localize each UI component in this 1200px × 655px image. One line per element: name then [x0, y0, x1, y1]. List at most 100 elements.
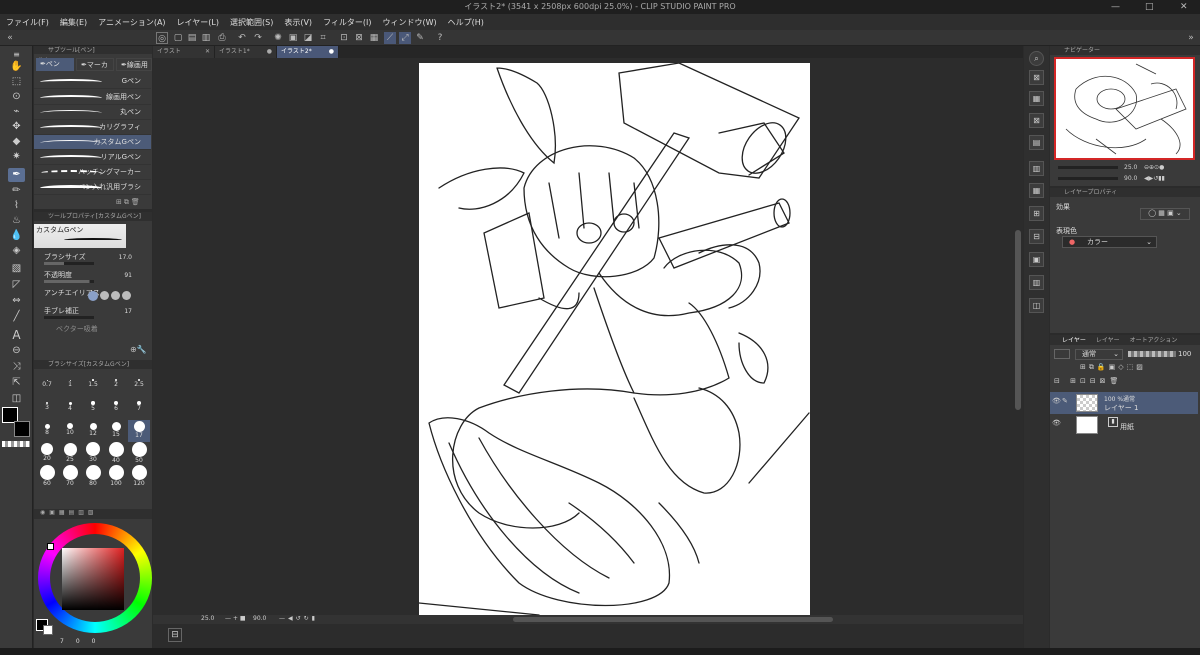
figure-tool-icon[interactable]: ◸	[8, 278, 25, 292]
material-icon-11[interactable]: ◫	[1029, 298, 1044, 313]
material-icon-1[interactable]: ⊠	[1029, 70, 1044, 85]
print-icon[interactable]: ⎙	[216, 32, 228, 44]
transform-icon[interactable]: ⌗	[317, 32, 329, 44]
brush-size-preset[interactable]: 2	[105, 374, 127, 396]
subtool-actions[interactable]: ⊞⧉🗑	[116, 198, 150, 207]
text-tool-icon[interactable]: A	[8, 328, 25, 342]
saturation-value-square[interactable]	[62, 548, 124, 610]
navigator-zoom-row[interactable]: 25.0 ⊖⊕⊙●	[1054, 164, 1194, 174]
maximize-button[interactable]: □	[1145, 0, 1154, 14]
brush-item-custom-gpen[interactable]: カスタムGペン	[34, 135, 151, 150]
brush-size-preset[interactable]: 0.7	[36, 374, 58, 396]
app-home-icon[interactable]: ◎	[156, 32, 168, 44]
material-icon-7[interactable]: ⊞	[1029, 206, 1044, 221]
brush-item-gpen[interactable]: Gペン	[34, 74, 151, 89]
display-color-select[interactable]: ● カラー ⌄	[1062, 236, 1157, 248]
sub-color-swatch[interactable]	[14, 421, 30, 437]
pen-tool-icon[interactable]: ✒	[8, 168, 25, 182]
deselect-icon[interactable]: ⊠	[353, 32, 365, 44]
pencil-tool-icon[interactable]: ✏	[8, 184, 25, 198]
menu-file[interactable]: ファイル(F)	[6, 17, 49, 28]
tab-illust1[interactable]: イラスト1* ●	[215, 46, 277, 58]
material-icon-8[interactable]: ⊟	[1029, 229, 1044, 244]
minimize-button[interactable]: —	[1111, 0, 1120, 14]
search-icon[interactable]: ⌕	[1029, 51, 1044, 66]
operation-tool-icon[interactable]: ⇱	[8, 376, 25, 390]
material-icon-2[interactable]: ▦	[1029, 91, 1044, 106]
brush-size-preset[interactable]: 7	[128, 397, 150, 419]
selection-tool-icon[interactable]: ⬚	[8, 75, 25, 89]
layer-mask-icon[interactable]	[1054, 349, 1070, 359]
material-icon-3[interactable]: ⊠	[1029, 113, 1044, 128]
brush-item-hatching-marker[interactable]: ハッチングマーカー	[34, 165, 151, 180]
horizontal-scrollbar[interactable]: 25.0 — + ■ 90.0 —◀↺↻▮	[153, 615, 1023, 624]
clear-outside-icon[interactable]: ▣	[287, 32, 299, 44]
vertical-scroll-thumb[interactable]	[1015, 230, 1021, 410]
brush-size-preset[interactable]: 17	[128, 420, 150, 442]
snap-grid-icon[interactable]: ✎	[414, 32, 426, 44]
eye-icon[interactable]: 👁	[1052, 397, 1061, 405]
subtool-group-lineart[interactable]: ✒線画用	[116, 58, 152, 71]
decoration-tool-icon[interactable]: ◫	[8, 392, 25, 406]
menu-help[interactable]: ヘルプ(H)	[448, 17, 484, 28]
lasso-tool-icon[interactable]: ⊙	[8, 90, 25, 104]
layout-toggle-icon[interactable]: ⊟	[168, 628, 182, 642]
correct-line-tool-icon[interactable]: ⤨	[8, 360, 25, 374]
opacity-value[interactable]: 100	[1178, 350, 1191, 358]
navigator-rotation-row[interactable]: 90.0 ◀▶↺▮▮	[1054, 175, 1194, 185]
eraser-tool-icon[interactable]: ◆	[8, 135, 25, 149]
hand-tool-icon[interactable]: ✋	[8, 60, 25, 74]
menu-animation[interactable]: アニメーション(A)	[98, 17, 165, 28]
menu-edit[interactable]: 編集(E)	[60, 17, 87, 28]
eyedropper-tool-icon[interactable]: ⌁	[8, 105, 25, 119]
brush-item-general-brush[interactable]: ペン入れ汎用ブラシ	[34, 180, 151, 195]
color-panel-tabs[interactable]: ◉▣▦▤▥▧	[34, 509, 152, 519]
brush-item-lineart-pen[interactable]: 線画用ペン	[34, 90, 151, 105]
transparent-color-swatch[interactable]	[2, 441, 30, 447]
horizontal-scroll-thumb[interactable]	[513, 617, 833, 622]
tab-illust[interactable]: イラスト ✕	[153, 46, 215, 58]
menu-selection[interactable]: 選択範囲(S)	[230, 17, 273, 28]
zoom-readout[interactable]: 25.0	[201, 615, 214, 622]
brush-size-preset[interactable]: 8	[36, 420, 58, 442]
brush-size-preset[interactable]: 6	[105, 397, 127, 419]
layer-row-paper[interactable]: 👁 ▮ 用紙	[1050, 414, 1198, 436]
redo-icon[interactable]: ↷	[252, 32, 264, 44]
fill-icon[interactable]: ◪	[302, 32, 314, 44]
brush-size-preset[interactable]: 120	[128, 464, 150, 488]
brush-size-preset[interactable]: 1	[59, 374, 81, 396]
menu-view[interactable]: 表示(V)	[284, 17, 312, 28]
rotation-readout[interactable]: 90.0	[253, 615, 266, 622]
subtool-group-pen[interactable]: ✒ペン	[36, 58, 74, 71]
brush-size-preset[interactable]: 20	[36, 443, 58, 465]
brush-size-preset[interactable]: 40	[105, 441, 127, 465]
collapse-left-icon[interactable]: «	[4, 32, 16, 44]
layer-action-toolbar[interactable]: ⊟ ⊞⊡⊟⊠🗑	[1054, 377, 1198, 388]
airbrush-tool-icon[interactable]: ♨	[8, 214, 25, 228]
fill-tool-icon[interactable]: ◈	[8, 244, 25, 258]
tool-property-settings-icon[interactable]: ⊕🔧	[130, 345, 152, 356]
sparkle-tool-icon[interactable]: ✷	[8, 150, 25, 164]
ruler-tool-icon[interactable]: ╱	[8, 310, 25, 324]
brush-size-preset[interactable]: 2.5	[128, 374, 150, 396]
brush-size-preset[interactable]: 70	[59, 464, 81, 488]
color-sub-icon[interactable]	[43, 625, 53, 635]
menu-layer[interactable]: レイヤー(L)	[177, 17, 219, 28]
rotation-controls[interactable]: —◀↺↻▮	[279, 615, 318, 622]
opacity-slider[interactable]	[1128, 351, 1176, 357]
tab-illust2[interactable]: イラスト2* ●	[277, 46, 339, 58]
brush-size-preset[interactable]: 1.5	[82, 374, 104, 396]
menu-filter[interactable]: フィルター(I)	[323, 17, 371, 28]
move-tool-icon[interactable]: ✥	[8, 120, 25, 134]
help-icon[interactable]: ?	[434, 32, 446, 44]
close-button[interactable]: ✕	[1180, 0, 1188, 14]
brush-size-preset[interactable]: 3	[36, 397, 58, 419]
prop-antialias[interactable]: アンチエイリアス	[36, 288, 148, 305]
balloon-tool-icon[interactable]: ⊖	[8, 344, 25, 358]
brush-size-preset[interactable]: 80	[82, 464, 104, 488]
save-icon[interactable]: ▥	[200, 32, 212, 44]
brush-size-preset[interactable]: 50	[128, 441, 150, 465]
zoom-controls[interactable]: — + ■	[225, 615, 246, 622]
clear-icon[interactable]: ✺	[272, 32, 284, 44]
brush-size-preset[interactable]: 12	[82, 420, 104, 442]
